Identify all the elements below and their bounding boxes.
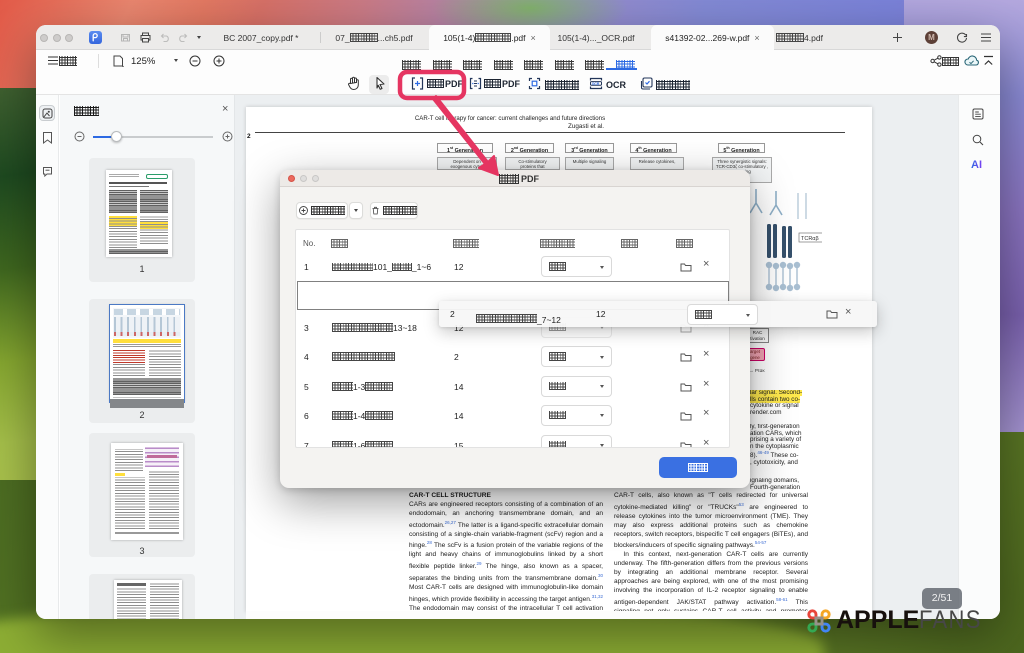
svg-text:TCRαβ: TCRαβ (801, 236, 819, 242)
svg-text:OCR: OCR (592, 82, 600, 86)
